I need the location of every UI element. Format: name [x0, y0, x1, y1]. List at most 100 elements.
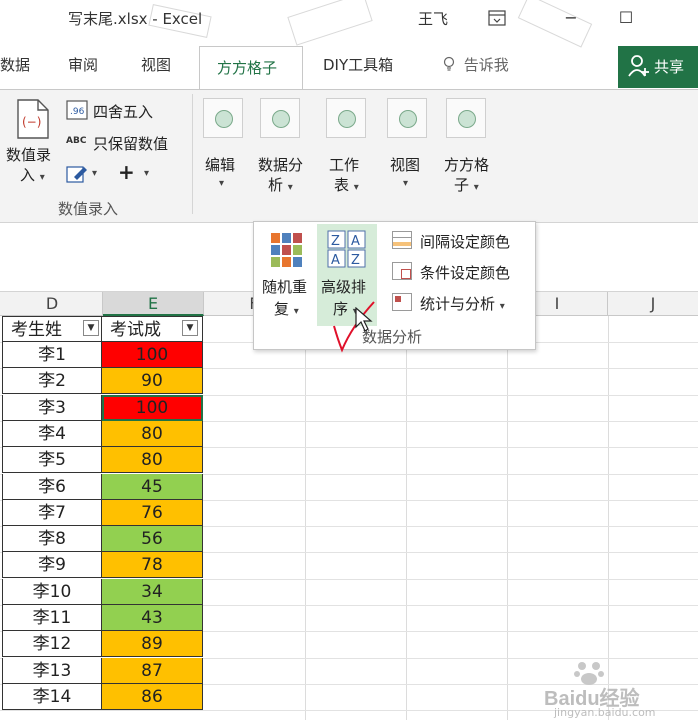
- chevron-down-icon: ▾: [92, 168, 98, 179]
- circle-icon: [458, 110, 476, 128]
- random-repeat-label-2: 复 ▾: [274, 300, 299, 318]
- score-cell[interactable]: 34: [102, 578, 203, 605]
- edit-menu-button[interactable]: 编辑 ▾: [201, 98, 249, 218]
- chevron-down-icon: ▾: [403, 178, 409, 189]
- name-cell[interactable]: 李2: [2, 368, 102, 395]
- column-header-d[interactable]: D: [2, 292, 103, 316]
- name-cell[interactable]: 李7: [2, 499, 102, 526]
- name-cell[interactable]: 李6: [2, 473, 102, 500]
- score-cell[interactable]: 89: [102, 631, 203, 658]
- filter-dropdown-name[interactable]: ▼: [83, 320, 99, 336]
- name-cell[interactable]: 李13: [2, 657, 102, 684]
- random-repeat-button[interactable]: 随机重 复 ▾: [262, 228, 312, 328]
- header-cell-score[interactable]: 考试成 ▼: [102, 316, 203, 342]
- tab-review[interactable]: 审阅: [68, 54, 98, 75]
- share-label: 共享: [654, 58, 685, 76]
- window-title: 写末尾.xlsx - Excel: [68, 10, 203, 28]
- data-analysis-menu-button[interactable]: 数据分 析 ▾: [258, 98, 306, 218]
- score-cell[interactable]: 90: [102, 368, 203, 395]
- tell-me-search[interactable]: 告诉我: [443, 54, 509, 75]
- document-formula-icon: (−): [17, 99, 49, 139]
- color-grid-icon: [271, 233, 302, 267]
- share-button[interactable]: 共享: [618, 46, 698, 88]
- svg-text:.96: .96: [70, 107, 85, 117]
- column-header-e[interactable]: E: [103, 292, 204, 316]
- ribbon-display-options-button[interactable]: [482, 4, 512, 32]
- keep-values-button[interactable]: ABC 只保留数值: [66, 132, 196, 154]
- worksheet-grid[interactable]: D E F G H I J 考生姓 ▼ 考试成 ▼ 李1100李290李3100…: [0, 292, 698, 720]
- name-cell[interactable]: 李1: [2, 342, 102, 368]
- name-cell[interactable]: 李14: [2, 683, 102, 710]
- score-cell[interactable]: 56: [102, 526, 203, 553]
- data-entry-label: 数值录: [6, 146, 52, 164]
- minimize-button[interactable]: −: [556, 4, 586, 32]
- round-button[interactable]: .96 四舍五入: [66, 100, 196, 122]
- gridline: [406, 316, 407, 720]
- view-menu-label: 视图: [390, 156, 421, 174]
- group-separator: [192, 94, 193, 214]
- fangfang-menu-button[interactable]: 方方格 子 ▾: [444, 98, 500, 218]
- circle-icon: [215, 110, 233, 128]
- score-cell[interactable]: 45: [102, 473, 203, 500]
- tab-view[interactable]: 视图: [141, 54, 171, 75]
- name-cell[interactable]: 李4: [2, 420, 102, 447]
- score-cell[interactable]: 76: [102, 499, 203, 526]
- name-cell[interactable]: 李11: [2, 605, 102, 631]
- worksheet-label-2: 表 ▾: [334, 176, 359, 194]
- svg-text:A: A: [351, 234, 360, 249]
- name-cell[interactable]: 李9: [2, 552, 102, 579]
- mouse-cursor-icon: [355, 307, 373, 332]
- baidu-watermark: Baidu经验 jingyan.baidu.com: [534, 660, 698, 720]
- stats-analysis-button[interactable]: 统计与分析 ▾: [392, 292, 532, 314]
- edit-menu-icon-box: [203, 98, 243, 138]
- name-cell[interactable]: 李8: [2, 526, 102, 553]
- filter-dropdown-score[interactable]: ▼: [182, 320, 198, 336]
- conditional-color-button[interactable]: 条件设定颜色: [392, 261, 532, 283]
- gridline: [305, 316, 306, 720]
- header-cell-name[interactable]: 考生姓 ▼: [2, 316, 102, 342]
- conditional-table-icon: [392, 262, 412, 280]
- score-cell[interactable]: 78: [102, 552, 203, 579]
- tab-data[interactable]: 数据: [0, 54, 30, 75]
- plus-icon: +: [118, 160, 135, 184]
- score-cell[interactable]: 80: [102, 420, 203, 447]
- chevron-down-icon: ▾: [219, 178, 225, 189]
- maximize-button[interactable]: ☐: [611, 4, 641, 32]
- name-cell[interactable]: 李5: [2, 447, 102, 474]
- watermark-url: jingyan.baidu.com: [554, 706, 656, 719]
- edit-tool-dropdown[interactable]: ▾: [66, 164, 106, 186]
- chevron-down-icon: ▾: [144, 168, 150, 179]
- fangfang-label-2: 子 ▾: [454, 176, 479, 194]
- tab-diy-toolbox[interactable]: DIY工具箱: [323, 54, 393, 75]
- worksheet-icon-box: [326, 98, 366, 138]
- name-cell[interactable]: 李3: [2, 394, 102, 421]
- edit-pencil-icon: [66, 166, 87, 183]
- view-icon-box: [387, 98, 427, 138]
- score-cell[interactable]: 100: [102, 394, 203, 421]
- circle-icon: [399, 110, 417, 128]
- name-cell[interactable]: 李10: [2, 578, 102, 605]
- tab-fangfang-gezi-label: 方方格子: [217, 59, 278, 77]
- random-repeat-label: 随机重: [262, 278, 308, 296]
- score-cell[interactable]: 80: [102, 447, 203, 474]
- view-menu-button[interactable]: 视图 ▾: [385, 98, 433, 218]
- score-cell[interactable]: 43: [102, 605, 203, 631]
- circle-icon: [272, 110, 290, 128]
- round-label: 四舍五入: [93, 103, 154, 121]
- keep-values-label: 只保留数值: [93, 135, 169, 153]
- column-header-j[interactable]: J: [608, 292, 698, 316]
- data-analysis-label: 数据分: [258, 156, 304, 174]
- data-entry-button[interactable]: (−) 数值录 入 ▾: [6, 98, 60, 190]
- tab-fangfang-gezi[interactable]: 方方格子: [199, 46, 303, 90]
- stats-table-icon: [392, 293, 412, 311]
- data-analysis-icon-box: [260, 98, 300, 138]
- score-cell[interactable]: 86: [102, 683, 203, 710]
- worksheet-menu-button[interactable]: 工作 表 ▾: [324, 98, 372, 218]
- insert-dropdown[interactable]: + ▾: [118, 160, 158, 184]
- score-cell[interactable]: 87: [102, 657, 203, 684]
- chevron-down-icon: ▼: [87, 323, 95, 333]
- score-cell[interactable]: 100: [102, 342, 203, 368]
- interval-color-button[interactable]: 间隔设定颜色: [392, 230, 532, 252]
- name-cell[interactable]: 李12: [2, 631, 102, 658]
- user-name[interactable]: 王飞: [418, 8, 448, 29]
